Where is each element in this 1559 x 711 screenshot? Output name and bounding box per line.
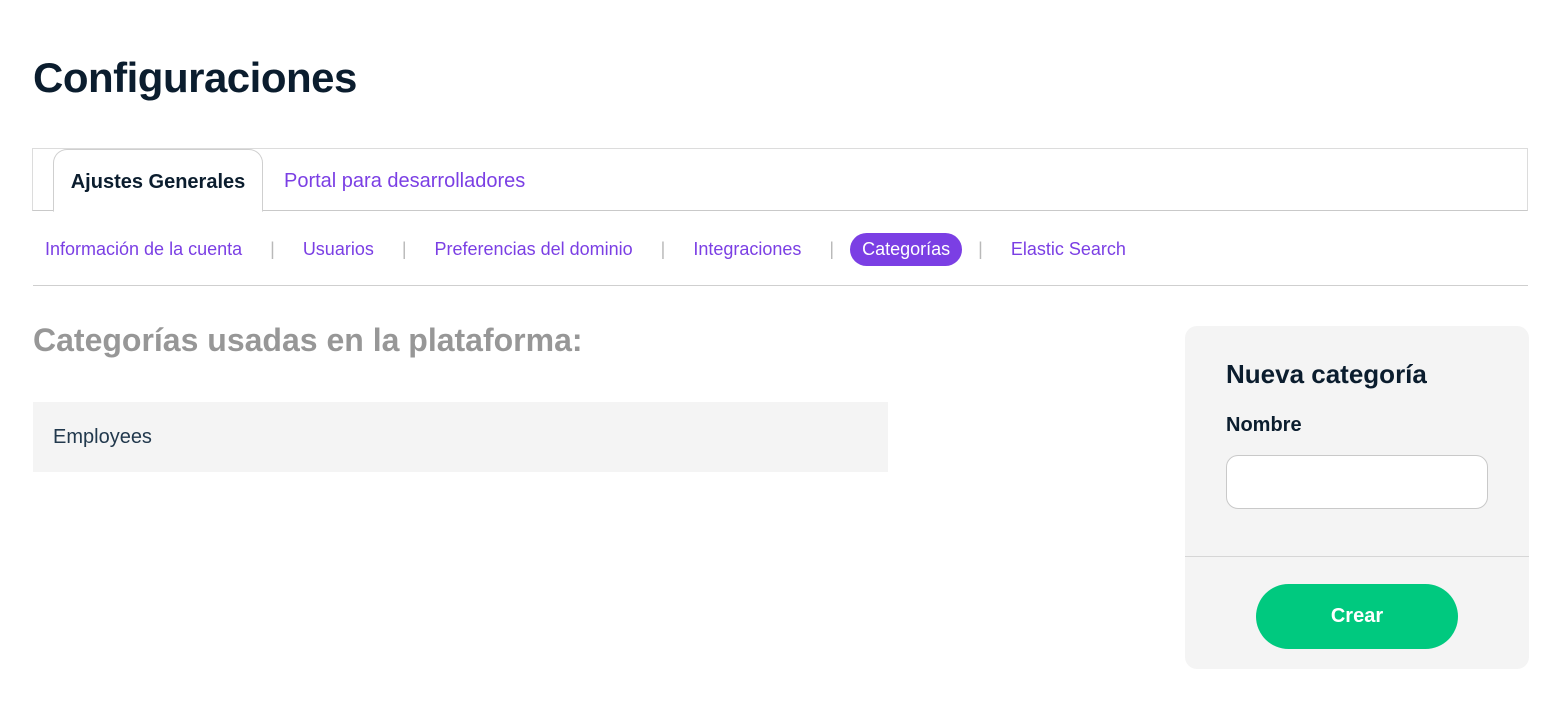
subnav-separator: | bbox=[401, 238, 407, 259]
category-name-input[interactable] bbox=[1226, 455, 1488, 509]
create-button[interactable]: Crear bbox=[1256, 584, 1458, 649]
subnav-item-usuarios[interactable]: Usuarios bbox=[291, 233, 386, 266]
tab-ajustes-generales[interactable]: Ajustes Generales bbox=[53, 149, 263, 212]
subnav-separator: | bbox=[270, 238, 275, 259]
subnav-separator: | bbox=[978, 238, 983, 259]
page-title: Configuraciones bbox=[33, 54, 357, 101]
name-field-label: Nombre bbox=[1226, 414, 1302, 436]
new-category-card: Nueva categoría Nombre Crear bbox=[1185, 326, 1529, 669]
category-item[interactable]: Employees bbox=[33, 402, 888, 472]
subnav-item-informacion-cuenta[interactable]: Información de la cuenta bbox=[33, 233, 254, 266]
section-divider bbox=[33, 285, 1528, 286]
subnav-separator: | bbox=[829, 238, 835, 259]
subnav-item-preferencias-dominio[interactable]: Preferencias del dominio bbox=[423, 233, 645, 266]
settings-subnav: Información de la cuenta | Usuarios | Pr… bbox=[33, 232, 1138, 266]
main-tabs: Ajustes Generales Portal para desarrolla… bbox=[32, 148, 1528, 212]
subnav-item-elastic-search[interactable]: Elastic Search bbox=[999, 233, 1138, 266]
card-divider bbox=[1185, 556, 1529, 557]
subnav-separator: | bbox=[660, 238, 666, 259]
tab-portal-desarrolladores[interactable]: Portal para desarrolladores bbox=[284, 149, 525, 212]
subnav-item-categorias[interactable]: Categorías bbox=[850, 232, 963, 266]
new-category-title: Nueva categoría bbox=[1226, 359, 1427, 389]
subnav-item-integraciones[interactable]: Integraciones bbox=[681, 233, 813, 266]
categories-heading: Categorías usadas en la plataforma: bbox=[33, 322, 583, 358]
category-list: Employees bbox=[33, 402, 888, 472]
